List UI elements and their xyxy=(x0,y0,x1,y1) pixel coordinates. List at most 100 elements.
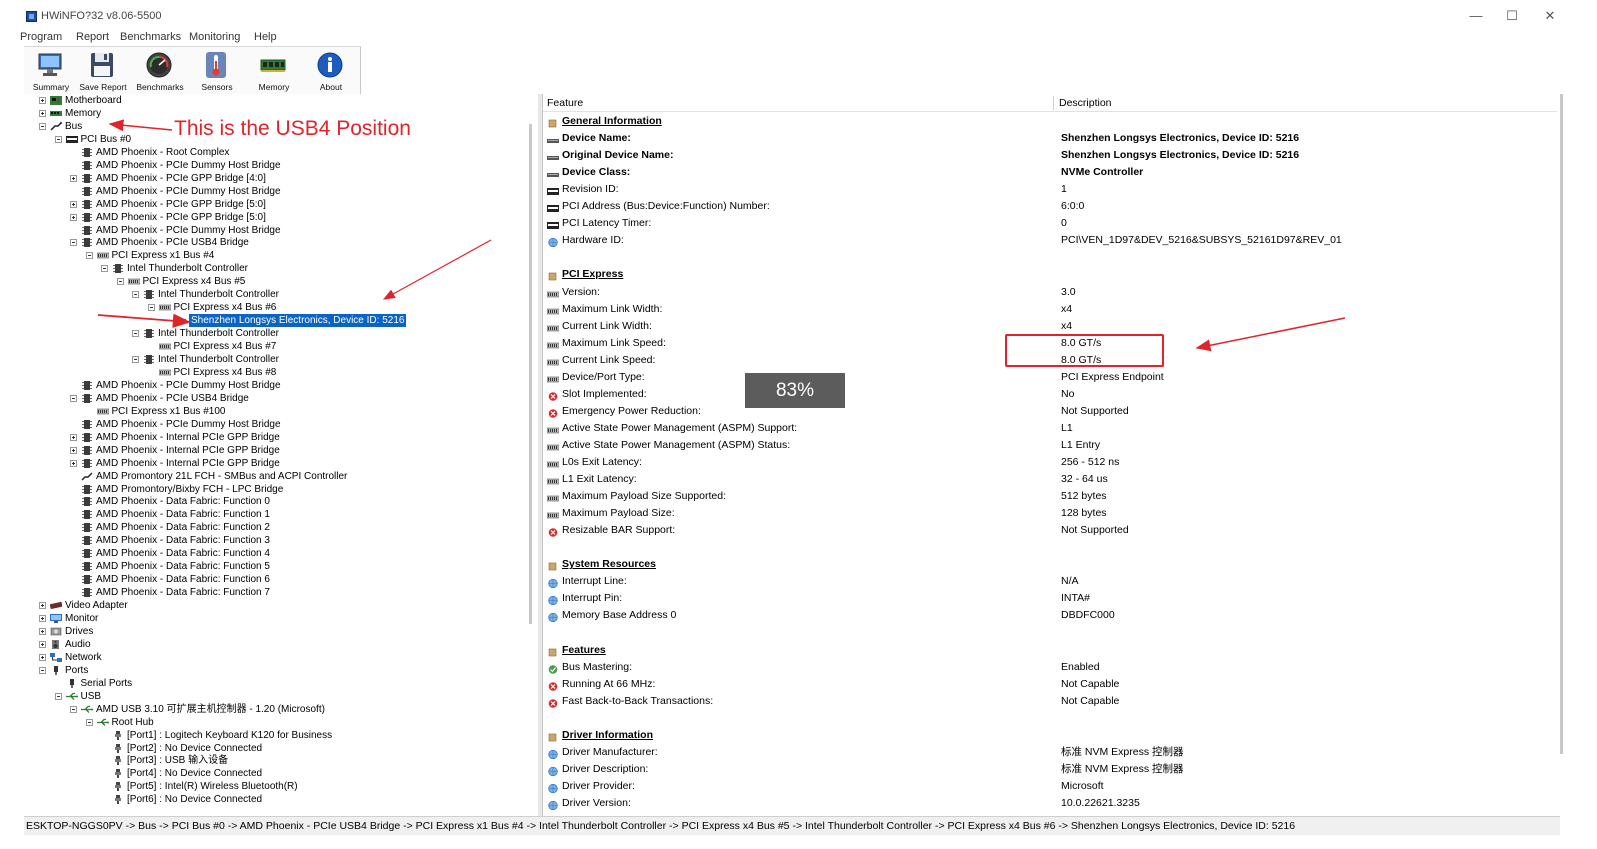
detail-row[interactable]: Resizable BAR Support: Not Supported xyxy=(543,522,1553,539)
detail-row[interactable]: Device Class: NVMe Controller xyxy=(543,164,1553,181)
collapse-icon[interactable] xyxy=(147,304,155,312)
collapse-icon[interactable] xyxy=(70,705,77,713)
tree-item[interactable]: PCI Express x1 Bus #100 xyxy=(24,405,538,418)
tree-scrollbar-thumb[interactable] xyxy=(529,124,532,624)
tree-item[interactable]: AMD Phoenix - Internal PCIe GPP Bridge xyxy=(24,457,538,470)
tree-item[interactable]: AMD Phoenix - Data Fabric: Function 0 xyxy=(24,495,538,508)
tree-item[interactable]: Intel Thunderbolt Controller xyxy=(24,327,538,340)
detail-row[interactable]: Driver Provider: Microsoft xyxy=(543,778,1553,795)
section-header[interactable]: Driver Information xyxy=(543,727,1553,744)
tree-item[interactable]: [Port5] : Intel(R) Wireless Bluetooth(R) xyxy=(24,780,538,793)
tree-item[interactable]: [Port4] : No Device Connected xyxy=(24,767,538,780)
detail-row[interactable]: Device Name: Shenzhen Longsys Electronics… xyxy=(543,130,1553,147)
memory-button[interactable]: Memory xyxy=(247,49,301,93)
expand-icon[interactable] xyxy=(39,615,46,622)
collapse-icon[interactable] xyxy=(54,692,62,700)
tree-item-selected[interactable]: Shenzhen Longsys Electronics, Device ID:… xyxy=(24,313,538,329)
detail-row[interactable]: Slot Implemented: No xyxy=(543,386,1553,403)
tree-item[interactable]: AMD Phoenix - Data Fabric: Function 2 xyxy=(24,521,538,534)
detail-row[interactable]: Active State Power Management (ASPM) Sta… xyxy=(543,437,1553,454)
detail-row[interactable]: Driver Description: 标准 NVM Express 控制器 xyxy=(543,761,1553,778)
collapse-icon[interactable] xyxy=(132,356,139,363)
detail-row[interactable]: Bus Mastering: Enabled xyxy=(543,659,1553,676)
collapse-icon[interactable] xyxy=(85,718,93,726)
tree-item[interactable]: [Port2] : No Device Connected xyxy=(24,742,538,755)
section-header[interactable]: System Resources xyxy=(543,556,1553,573)
tree-item[interactable]: USB xyxy=(24,690,538,703)
maximize-button[interactable]: ☐ xyxy=(1497,6,1527,26)
expand-icon[interactable] xyxy=(70,446,77,454)
tree-item[interactable]: AMD Phoenix - Data Fabric: Function 4 xyxy=(24,547,538,560)
tree-item[interactable]: PCI Express x4 Bus #7 xyxy=(24,340,538,353)
tree-item[interactable]: AMD Phoenix - PCIe GPP Bridge [5:0] xyxy=(24,198,538,211)
tree-item[interactable]: AMD Phoenix - Data Fabric: Function 5 xyxy=(24,560,538,573)
tree-item[interactable]: PCI Express x4 Bus #5 xyxy=(24,275,538,288)
tree-item[interactable]: AMD Phoenix - Data Fabric: Function 3 xyxy=(24,534,538,547)
collapse-icon[interactable] xyxy=(116,278,124,286)
section-header[interactable]: General Information xyxy=(543,113,1553,130)
tree-item[interactable]: AMD Phoenix - PCIe Dummy Host Bridge xyxy=(24,185,538,198)
detail-row[interactable]: Maximum Payload Size: 128 bytes xyxy=(543,505,1553,522)
tree-scrollbar[interactable] xyxy=(526,94,536,816)
benchmarks-button[interactable]: Benchmarks xyxy=(133,49,187,93)
tree-item[interactable]: Network xyxy=(24,651,538,664)
tree-item[interactable]: Serial Ports xyxy=(24,677,538,690)
tree-item[interactable]: PCI Express x4 Bus #8 xyxy=(24,366,538,379)
column-separator[interactable] xyxy=(1053,96,1054,110)
tree-item[interactable]: PCI Express x4 Bus #6 xyxy=(24,301,538,314)
collapse-icon[interactable] xyxy=(39,122,46,130)
tree-item[interactable]: Audio xyxy=(24,638,538,651)
menu-report[interactable]: Report xyxy=(76,31,109,43)
detail-row[interactable]: L1 Exit Latency: 32 - 64 us xyxy=(543,471,1553,488)
summary-button[interactable]: Summary xyxy=(24,49,78,93)
details-scrollbar-thumb[interactable] xyxy=(1560,94,1563,754)
expand-icon[interactable] xyxy=(70,213,77,221)
expand-icon[interactable] xyxy=(70,433,77,441)
expand-icon[interactable] xyxy=(39,627,46,635)
collapse-icon[interactable] xyxy=(132,330,139,338)
collapse-icon[interactable] xyxy=(85,252,93,260)
detail-row[interactable]: Current Link Width: x4 xyxy=(543,318,1553,335)
collapse-icon[interactable] xyxy=(70,239,77,247)
detail-row[interactable]: Hardware ID: PCI\VEN_1D97&DEV_5216&SUBSYS… xyxy=(543,232,1553,249)
detail-row[interactable]: Device/Port Type: PCI Express Endpoint xyxy=(543,369,1553,386)
tree-item[interactable]: Intel Thunderbolt Controller xyxy=(24,262,538,275)
detail-row[interactable]: Interrupt Line: N/A xyxy=(543,573,1553,590)
description-column-header[interactable]: Description xyxy=(1059,97,1112,109)
tree-item[interactable]: [Port6] : No Device Connected xyxy=(24,793,538,806)
about-button[interactable]: About xyxy=(304,49,358,93)
detail-row[interactable]: Driver Manufacturer: 标准 NVM Express 控制器 xyxy=(543,744,1553,761)
tree-item[interactable]: AMD Phoenix - Data Fabric: Function 1 xyxy=(24,508,538,521)
tree-item[interactable]: Video Adapter xyxy=(24,599,538,612)
tree-item[interactable]: AMD Phoenix - Internal PCIe GPP Bridge xyxy=(24,444,538,457)
expand-icon[interactable] xyxy=(70,459,77,467)
tree-item[interactable]: AMD Phoenix - PCIe USB4 Bridge xyxy=(24,392,538,405)
collapse-icon[interactable] xyxy=(101,265,108,273)
tree-item[interactable]: Intel Thunderbolt Controller xyxy=(24,288,538,301)
section-header[interactable]: Features xyxy=(543,642,1553,659)
menu-program[interactable]: Program xyxy=(20,31,62,43)
detail-row[interactable]: Maximum Link Width: x4 xyxy=(543,301,1553,318)
collapse-icon[interactable] xyxy=(70,394,77,402)
detail-row[interactable]: Active State Power Management (ASPM) Sup… xyxy=(543,420,1553,437)
menu-benchmarks[interactable]: Benchmarks xyxy=(120,31,181,43)
detail-row[interactable]: Revision ID: 1 xyxy=(543,181,1553,198)
detail-row[interactable]: Original Device Name: Shenzhen Longsys El… xyxy=(543,147,1553,164)
collapse-icon[interactable] xyxy=(39,666,46,674)
detail-row[interactable]: Maximum Payload Size Supported: 512 bytes xyxy=(543,488,1553,505)
minimize-button[interactable]: — xyxy=(1461,6,1491,26)
tree-item[interactable]: Ports xyxy=(24,664,538,677)
sensors-button[interactable]: Sensors xyxy=(190,49,244,93)
expand-icon[interactable] xyxy=(39,640,46,648)
detail-row[interactable]: Fast Back-to-Back Transactions: Not Capab… xyxy=(543,693,1553,710)
tree-item[interactable]: AMD Phoenix - PCIe Dummy Host Bridge xyxy=(24,159,538,172)
tree-item[interactable]: AMD Phoenix - Root Complex xyxy=(24,146,538,159)
tree-item[interactable]: AMD Phoenix - PCIe GPP Bridge [4:0] xyxy=(24,172,538,185)
menu-help[interactable]: Help xyxy=(254,31,277,43)
tree-item[interactable]: AMD Phoenix - Data Fabric: Function 7 xyxy=(24,586,538,599)
tree-item[interactable]: AMD Promontory/Bixby FCH - LPC Bridge xyxy=(24,483,538,496)
collapse-icon[interactable] xyxy=(54,135,62,143)
tree-item[interactable]: AMD Phoenix - PCIe Dummy Host Bridge xyxy=(24,379,538,392)
tree-item[interactable]: AMD Promontory 21L FCH - SMBus and ACPI … xyxy=(24,470,538,483)
tree-item[interactable]: AMD USB 3.10 可扩展主机控制器 - 1.20 (Microsoft) xyxy=(24,703,538,716)
